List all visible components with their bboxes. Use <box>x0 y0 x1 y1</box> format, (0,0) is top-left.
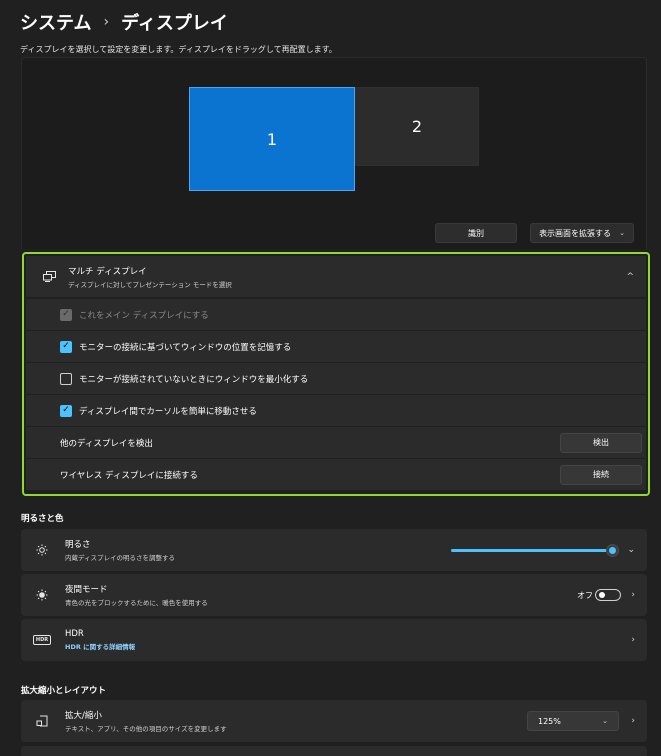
multi-display-title: マルチ ディスプレイ <box>68 266 147 277</box>
detect-button[interactable]: 検出 <box>560 432 642 453</box>
option-label: ディスプレイ間でカーソルを簡単に移動させる <box>79 406 257 417</box>
next-setting-card[interactable] <box>21 746 647 756</box>
connect-button[interactable]: 接続 <box>560 464 642 485</box>
monitor-1[interactable]: 1 <box>189 87 355 191</box>
option-ease-cursor[interactable]: ✓ ディスプレイ間でカーソルを簡単に移動させる <box>26 395 646 426</box>
scale-card[interactable]: 拡大/縮小 テキスト、アプリ、その他の項目のサイズを変更します 125% ⌄ › <box>21 700 647 742</box>
detect-displays-label: 他のディスプレイを検出 <box>60 438 153 449</box>
multi-display-icon <box>34 271 64 282</box>
checkbox-minimize-windows[interactable] <box>60 372 72 385</box>
breadcrumb: システム › ディスプレイ <box>20 8 228 36</box>
toggle-knob <box>599 592 605 598</box>
multi-display-subtitle: ディスプレイに対してプレゼンテーション モードを選択 <box>68 280 232 289</box>
page-description: ディスプレイを選択して設定を変更します。ディスプレイをドラッグして再配置します。 <box>20 45 337 54</box>
checkbox-remember-window-position[interactable]: ✓ <box>60 340 72 353</box>
night-light-toggle-label: オフ <box>577 590 593 600</box>
multi-display-panel: マルチ ディスプレイ ディスプレイに対してプレゼンテーション モードを選択 ^ … <box>22 252 650 496</box>
brightness-card[interactable]: 明るさ 内蔵ディスプレイの明るさを調整する ⌄ <box>21 529 647 571</box>
breadcrumb-parent[interactable]: システム <box>20 9 91 35</box>
hdr-icon: HDR <box>27 635 57 645</box>
scale-value: 125% <box>538 716 561 726</box>
wireless-display-row: ワイヤレス ディスプレイに接続する 接続 <box>26 459 646 490</box>
hdr-card[interactable]: HDR HDR HDR に関する詳細情報 › <box>21 619 647 661</box>
identify-button[interactable]: 識別 <box>435 223 517 243</box>
brightness-slider[interactable] <box>451 544 619 557</box>
chevron-down-icon[interactable]: ⌄ <box>627 545 635 555</box>
chevron-right-icon[interactable]: › <box>631 716 635 726</box>
chevron-right-icon[interactable]: › <box>631 590 635 600</box>
chevron-right-icon[interactable]: › <box>631 635 635 645</box>
scale-title: 拡大/縮小 <box>65 711 102 721</box>
monitor-2[interactable]: 2 <box>355 87 479 166</box>
breadcrumb-separator-icon: › <box>103 14 110 30</box>
option-label: モニターが接続されていないときにウィンドウを最小化する <box>79 374 309 385</box>
checkbox-main-display: ✓ <box>60 308 72 321</box>
option-main-display: ✓ これをメイン ディスプレイにする <box>26 299 646 330</box>
sun-icon <box>27 544 57 556</box>
extend-display-dropdown[interactable]: 表示画面を拡張する ⌄ <box>530 223 634 243</box>
option-label: これをメイン ディスプレイにする <box>79 310 209 321</box>
chevron-up-icon[interactable]: ^ <box>626 272 634 282</box>
display-arrangement-area: 1 2 識別 表示画面を拡張する ⌄ <box>21 57 647 249</box>
night-light-icon <box>27 589 57 601</box>
option-minimize-windows[interactable]: モニターが接続されていないときにウィンドウを最小化する <box>26 363 646 394</box>
night-light-subtitle: 青色の光をブロックするために、暖色を使用する <box>65 599 208 607</box>
extend-display-label: 表示画面を拡張する <box>539 228 612 238</box>
hdr-learn-more-link[interactable]: HDR に関する詳細情報 <box>65 641 135 651</box>
night-light-title: 夜間モード <box>65 585 108 595</box>
night-light-toggle[interactable] <box>595 589 621 601</box>
hdr-title: HDR <box>65 629 84 639</box>
night-light-card[interactable]: 夜間モード 青色の光をブロックするために、暖色を使用する オフ › <box>21 574 647 616</box>
brightness-subtitle: 内蔵ディスプレイの明るさを調整する <box>65 554 176 562</box>
scale-icon <box>27 715 57 727</box>
scale-subtitle: テキスト、アプリ、その他の項目のサイズを変更します <box>65 725 227 733</box>
chevron-down-icon: ⌄ <box>619 229 625 237</box>
page-title: ディスプレイ <box>121 13 228 34</box>
scale-section-heading: 拡大縮小とレイアウト <box>21 686 107 696</box>
checkbox-ease-cursor[interactable]: ✓ <box>60 404 72 417</box>
brightness-title: 明るさ <box>65 540 91 550</box>
wireless-display-label: ワイヤレス ディスプレイに接続する <box>60 470 198 481</box>
brightness-slider-thumb[interactable] <box>606 544 619 557</box>
chevron-down-icon: ⌄ <box>602 717 608 725</box>
scale-select[interactable]: 125% ⌄ <box>527 711 619 731</box>
option-label: モニターの接続に基づいてウィンドウの位置を記憶する <box>79 342 292 353</box>
multi-display-header[interactable]: マルチ ディスプレイ ディスプレイに対してプレゼンテーション モードを選択 ^ <box>26 256 646 297</box>
brightness-section-heading: 明るさと色 <box>21 514 64 524</box>
detect-displays-row: 他のディスプレイを検出 検出 <box>26 427 646 458</box>
option-remember-window-position[interactable]: ✓ モニターの接続に基づいてウィンドウの位置を記憶する <box>26 331 646 362</box>
